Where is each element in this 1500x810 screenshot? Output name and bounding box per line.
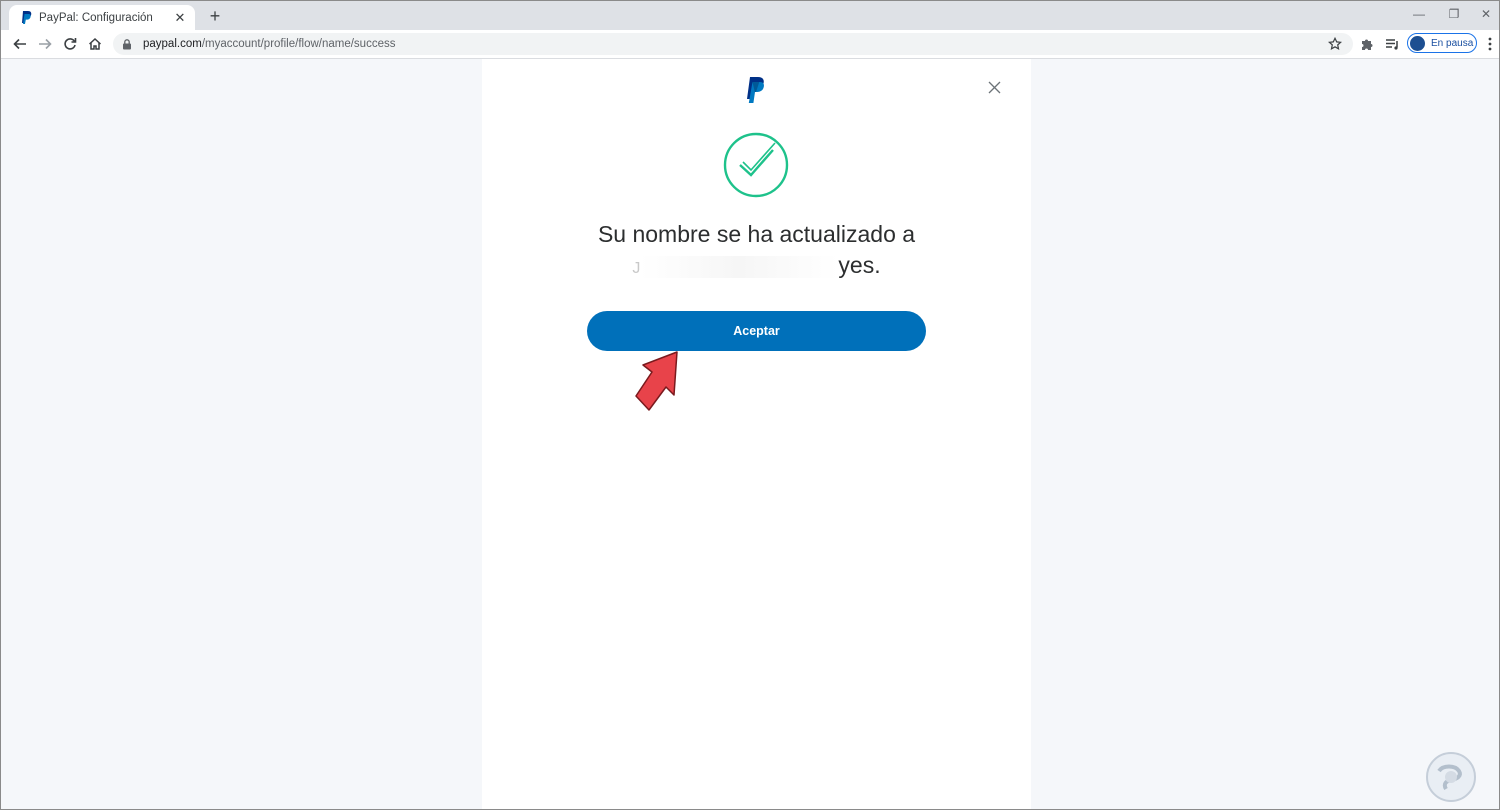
redacted-name bbox=[640, 255, 839, 278]
lock-icon[interactable] bbox=[121, 38, 133, 50]
tab-title: PayPal: Configuración bbox=[39, 11, 153, 24]
avatar bbox=[1410, 35, 1425, 51]
url-path: /myaccount/profile/flow/name/success bbox=[201, 38, 396, 50]
page-background: Su nombre se ha actualizado a Jyes. Acep… bbox=[1, 59, 1499, 809]
message-line-2: Jyes. bbox=[482, 250, 1031, 284]
paypal-favicon bbox=[19, 11, 33, 25]
browser-window: PayPal: Configuración ✕ + — ❐ ✕ paypal.c… bbox=[0, 0, 1500, 810]
minimize-button[interactable]: — bbox=[1404, 5, 1434, 23]
name-end-fragment: yes. bbox=[838, 252, 881, 278]
close-icon[interactable] bbox=[986, 79, 1002, 95]
profile-button[interactable]: En pausa bbox=[1407, 33, 1477, 53]
red-pointer-arrow bbox=[633, 351, 689, 413]
home-icon[interactable] bbox=[85, 34, 105, 54]
star-icon[interactable] bbox=[1327, 36, 1343, 52]
puzzle-icon[interactable] bbox=[1358, 35, 1376, 53]
url-host: paypal.com bbox=[143, 38, 202, 50]
watermark-logo bbox=[1405, 747, 1491, 803]
success-message: Su nombre se ha actualizado a Jyes. bbox=[482, 219, 1031, 284]
active-tab[interactable]: PayPal: Configuración ✕ bbox=[9, 5, 195, 30]
success-card: Su nombre se ha actualizado a Jyes. Acep… bbox=[482, 59, 1031, 809]
tab-strip: PayPal: Configuración ✕ + — ❐ ✕ bbox=[1, 1, 1499, 30]
new-tab-button[interactable]: + bbox=[205, 7, 225, 27]
more-menu-icon[interactable] bbox=[1485, 36, 1495, 52]
restore-button[interactable]: ❐ bbox=[1439, 5, 1469, 23]
reload-icon[interactable] bbox=[60, 34, 80, 54]
success-check-icon bbox=[723, 132, 789, 198]
browser-toolbar: paypal.com/myaccount/profile/flow/name/s… bbox=[1, 30, 1499, 59]
forward-arrow-icon[interactable] bbox=[35, 34, 55, 54]
message-line-1: Su nombre se ha actualizado a bbox=[597, 221, 916, 247]
close-window-button[interactable]: ✕ bbox=[1471, 5, 1499, 23]
profile-status-label: En pausa bbox=[1431, 37, 1474, 49]
back-arrow-icon[interactable] bbox=[10, 34, 30, 54]
name-start-fragment: J bbox=[632, 260, 641, 277]
address-bar[interactable]: paypal.com/myaccount/profile/flow/name/s… bbox=[113, 33, 1353, 55]
accept-button[interactable]: Aceptar bbox=[587, 311, 926, 351]
tab-close-icon[interactable]: ✕ bbox=[173, 10, 187, 25]
playlist-icon[interactable] bbox=[1383, 35, 1401, 53]
url-text: paypal.com/myaccount/profile/flow/name/s… bbox=[143, 38, 395, 50]
paypal-logo bbox=[745, 77, 767, 103]
